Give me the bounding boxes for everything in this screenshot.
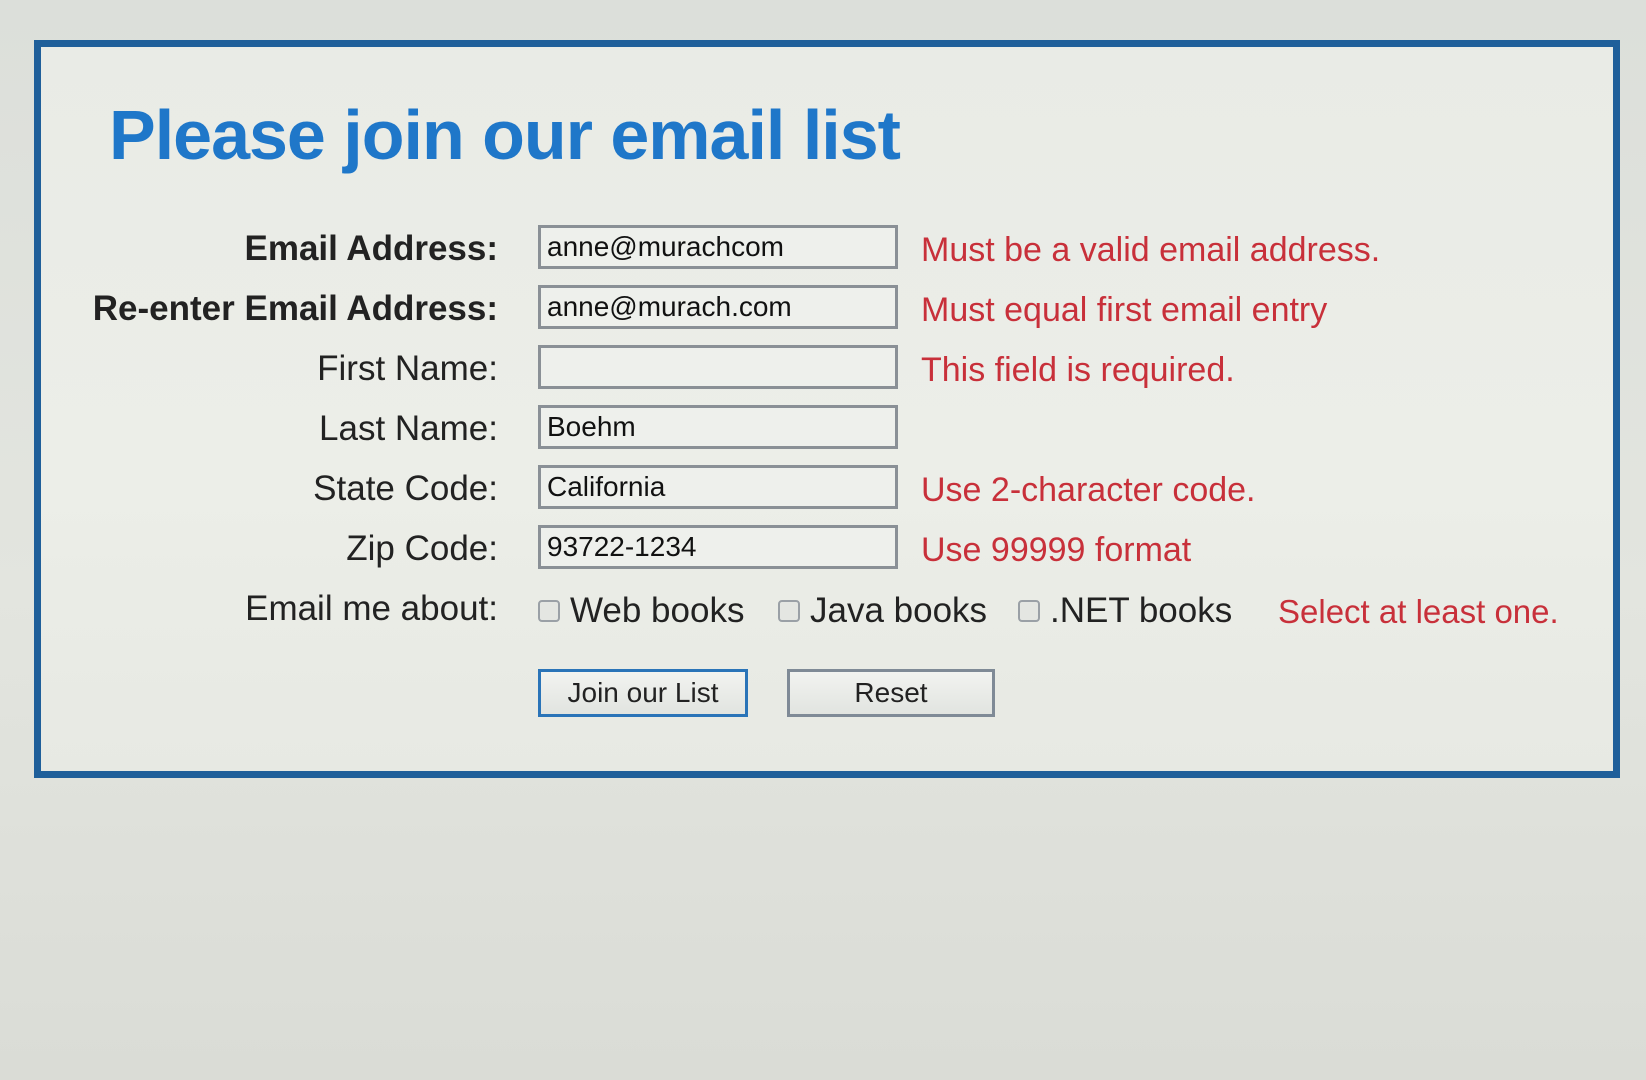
email-input[interactable] bbox=[538, 225, 898, 269]
zip-code-error: Use 99999 format bbox=[921, 531, 1192, 569]
email-label: Email Address: bbox=[244, 229, 498, 268]
buttons-row: Join our List Reset bbox=[41, 669, 1613, 719]
web-books-option[interactable]: Web books bbox=[538, 591, 744, 631]
email-row: Email Address: Must be a valid email add… bbox=[41, 225, 1613, 275]
last-name-row: Last Name: bbox=[41, 405, 1613, 455]
email-me-label: Email me about: bbox=[245, 589, 498, 628]
join-list-button[interactable]: Join our List bbox=[538, 669, 748, 717]
state-code-error: Use 2-character code. bbox=[921, 471, 1256, 509]
email-confirm-row: Re-enter Email Address: Must equal first… bbox=[41, 285, 1613, 335]
state-code-row: State Code: Use 2-character code. bbox=[41, 465, 1613, 515]
email-me-row: Email me about: Web books Java books .NE… bbox=[41, 585, 1613, 635]
email-error: Must be a valid email address. bbox=[921, 231, 1381, 269]
zip-code-row: Zip Code: Use 99999 format bbox=[41, 525, 1613, 575]
email-me-error: Select at least one. bbox=[1278, 593, 1559, 630]
email-confirm-label: Re-enter Email Address: bbox=[92, 289, 498, 328]
state-code-input[interactable] bbox=[538, 465, 898, 509]
state-code-label: State Code: bbox=[313, 469, 498, 508]
last-name-input[interactable] bbox=[538, 405, 898, 449]
java-books-option[interactable]: Java books bbox=[778, 591, 987, 631]
first-name-label: First Name: bbox=[317, 349, 498, 388]
first-name-error: This field is required. bbox=[921, 351, 1235, 389]
zip-code-label: Zip Code: bbox=[346, 529, 498, 568]
zip-code-input[interactable] bbox=[538, 525, 898, 569]
first-name-input[interactable] bbox=[538, 345, 898, 389]
java-books-label: Java books bbox=[810, 591, 988, 630]
net-books-option[interactable]: .NET books bbox=[1018, 591, 1232, 631]
email-me-options: Web books Java books .NET books Select a… bbox=[538, 585, 1618, 635]
email-confirm-error: Must equal first email entry bbox=[921, 291, 1328, 329]
page-title: Please join our email list bbox=[109, 96, 901, 174]
reset-button[interactable]: Reset bbox=[787, 669, 995, 717]
email-list-form-panel: Please join our email list Email Address… bbox=[34, 40, 1620, 778]
net-books-label: .NET books bbox=[1050, 591, 1233, 630]
web-books-label: Web books bbox=[570, 591, 745, 630]
net-books-checkbox[interactable] bbox=[1018, 600, 1040, 622]
first-name-row: First Name: This field is required. bbox=[41, 345, 1613, 395]
last-name-label: Last Name: bbox=[319, 409, 498, 448]
web-books-checkbox[interactable] bbox=[538, 600, 560, 622]
java-books-checkbox[interactable] bbox=[778, 600, 800, 622]
email-confirm-input[interactable] bbox=[538, 285, 898, 329]
